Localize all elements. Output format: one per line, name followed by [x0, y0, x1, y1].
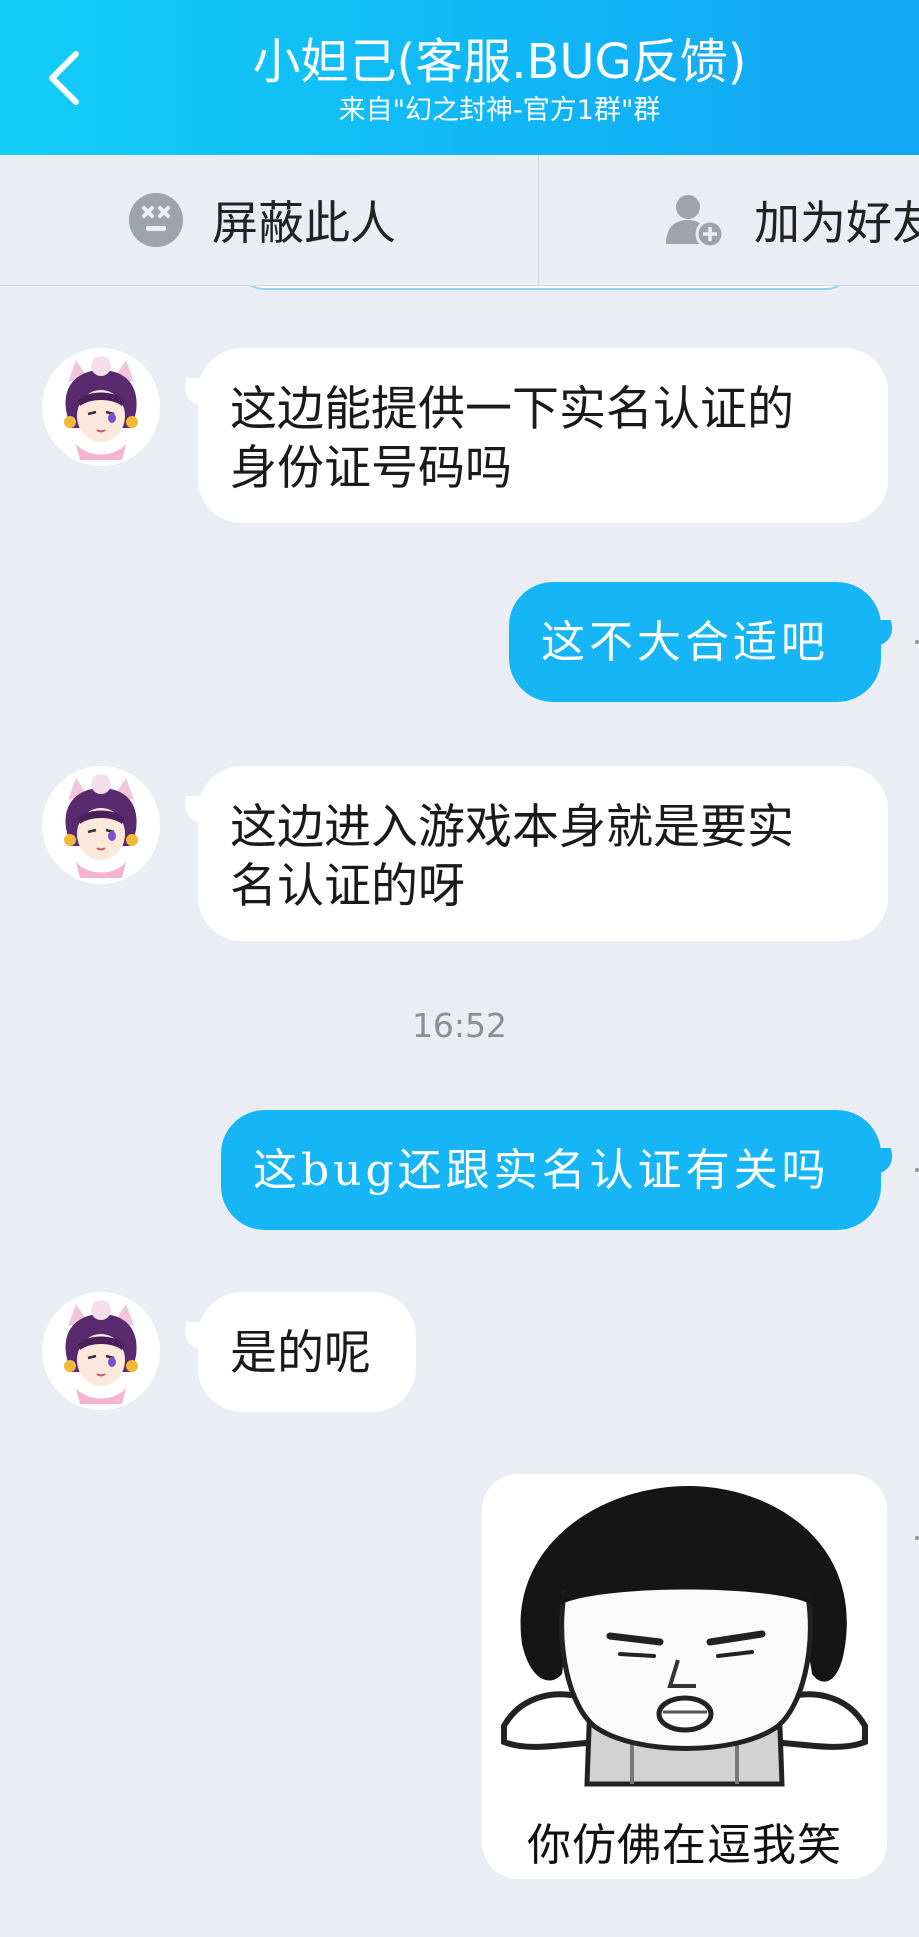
message-list[interactable]: 这边能提供一下实名认证的 身份证号码吗 这不大合适吧 这边进入游戏本身就是要实 …	[0, 286, 919, 1937]
message-status-dot	[915, 640, 919, 644]
add-friend-label: 加为好友	[754, 196, 919, 250]
sticker-message[interactable]: 你仿佛在逗我笑	[482, 1474, 887, 1879]
message-timestamp: 16:52	[411, 1006, 508, 1045]
message-text-line: 这边能提供一下实名认证的	[230, 382, 794, 437]
block-user-label: 屏蔽此人	[212, 196, 396, 250]
message-text: 这不大合适吧	[541, 616, 829, 668]
message-text-line: 名认证的呀	[230, 859, 465, 914]
chevron-left-icon	[49, 51, 79, 105]
add-user-icon	[666, 195, 725, 248]
chat-subtitle: 来自"幻之封神-官方1群"群	[338, 95, 661, 126]
block-user-button[interactable]: 屏蔽此人	[128, 155, 396, 285]
sticker-caption: 你仿佛在逗我笑	[527, 1820, 842, 1871]
chat-title: 小妲己(客服.BUG反馈)	[252, 34, 747, 90]
message-text-line: 身份证号码吗	[230, 441, 512, 496]
dajie-avatar-icon	[42, 1292, 160, 1410]
incoming-message-bubble[interactable]: 这边能提供一下实名认证的 身份证号码吗	[198, 348, 888, 523]
back-button[interactable]	[38, 38, 118, 118]
mushroom-head-meme-icon	[482, 1474, 887, 1814]
sender-avatar[interactable]	[42, 766, 160, 884]
sender-avatar[interactable]	[42, 1292, 160, 1410]
previous-message-bubble	[235, 286, 855, 290]
sender-avatar[interactable]	[42, 348, 160, 466]
dajie-avatar-icon	[42, 766, 160, 884]
incoming-message-bubble[interactable]: 是的呢	[198, 1292, 416, 1412]
message-status-dot	[915, 1168, 919, 1172]
block-face-icon	[129, 193, 183, 247]
chat-header: 小妲己(客服.BUG反馈) 来自"幻之封神-官方1群"群	[0, 0, 919, 155]
message-status-dot	[915, 1536, 919, 1540]
action-bar: 屏蔽此人 加为好友	[0, 155, 919, 286]
add-friend-button[interactable]: 加为好友	[664, 155, 919, 285]
message-text: 是的呢	[230, 1326, 371, 1381]
outgoing-message-bubble[interactable]: 这bug还跟实名认证有关吗	[221, 1110, 881, 1230]
action-divider	[538, 155, 539, 285]
outgoing-message-bubble[interactable]: 这不大合适吧	[509, 582, 881, 702]
dajie-avatar-icon	[42, 348, 160, 466]
message-text: 这bug还跟实名认证有关吗	[253, 1144, 830, 1196]
incoming-message-bubble[interactable]: 这边进入游戏本身就是要实 名认证的呀	[198, 766, 888, 941]
message-text-line: 这边进入游戏本身就是要实	[230, 800, 794, 855]
